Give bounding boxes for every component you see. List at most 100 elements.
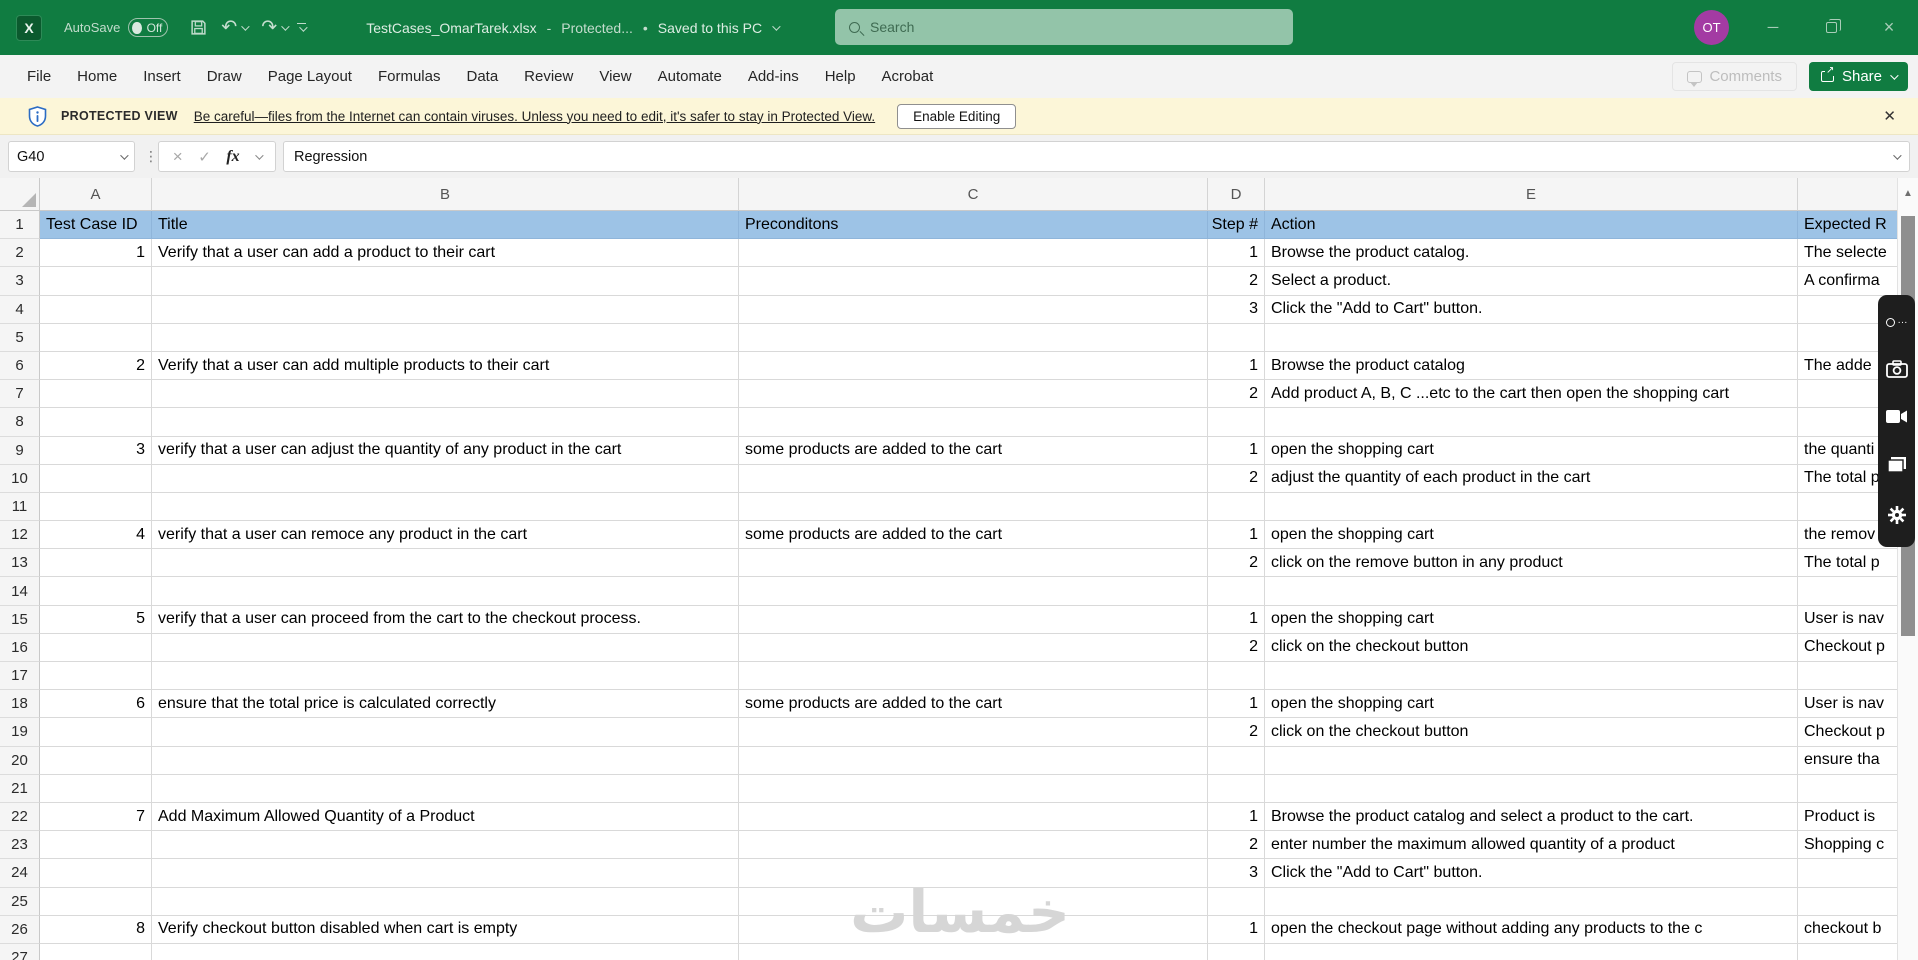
cell-A27[interactable] xyxy=(40,943,152,960)
cell-A17[interactable] xyxy=(40,662,152,691)
cell-E9[interactable]: open the shopping cart xyxy=(1265,436,1798,465)
search-input[interactable]: Search xyxy=(835,9,1293,45)
tab-view[interactable]: View xyxy=(586,55,644,98)
row-number-15[interactable]: 15 xyxy=(0,605,40,634)
cell-C25[interactable] xyxy=(739,887,1208,916)
cell-C9[interactable]: some products are added to the cart xyxy=(739,436,1208,465)
cell-D13[interactable]: 2 xyxy=(1208,549,1265,578)
cell-C1[interactable]: Preconditons xyxy=(739,211,1208,240)
cell-D4[interactable]: 3 xyxy=(1208,295,1265,324)
tab-insert[interactable]: Insert xyxy=(130,55,194,98)
cell-E11[interactable] xyxy=(1265,492,1798,522)
row-number-11[interactable]: 11 xyxy=(0,492,40,522)
tab-draw[interactable]: Draw xyxy=(194,55,255,98)
cell-D6[interactable]: 1 xyxy=(1208,351,1265,381)
autosave-toggle[interactable]: Off xyxy=(128,18,169,37)
cell-B7[interactable] xyxy=(152,380,739,409)
cell-B2[interactable]: Verify that a user can add a product to … xyxy=(152,239,739,268)
enable-editing-button[interactable]: Enable Editing xyxy=(897,103,1017,129)
scroll-up-button[interactable]: ▲ xyxy=(1898,178,1918,208)
excel-app-icon[interactable]: X xyxy=(16,14,42,41)
row-number-22[interactable]: 22 xyxy=(0,802,40,832)
cell-A10[interactable] xyxy=(40,464,152,493)
column-header-E[interactable]: E xyxy=(1265,178,1798,211)
cell-C4[interactable] xyxy=(739,295,1208,324)
cell-B27[interactable] xyxy=(152,943,739,960)
cell-C27[interactable] xyxy=(739,943,1208,960)
cell-C10[interactable] xyxy=(739,464,1208,493)
cell-E24[interactable]: Click the "Add to Cart" button. xyxy=(1265,859,1798,888)
banner-close-icon[interactable]: ✕ xyxy=(1883,107,1896,125)
name-box[interactable]: G40 xyxy=(8,141,135,172)
cell-D7[interactable]: 2 xyxy=(1208,380,1265,409)
row-number-26[interactable]: 26 xyxy=(0,915,40,944)
tab-automate[interactable]: Automate xyxy=(645,55,735,98)
cell-C19[interactable] xyxy=(739,718,1208,747)
cell-E27[interactable] xyxy=(1265,943,1798,960)
undo-button[interactable]: ↶ xyxy=(217,15,251,40)
formula-bar-splitter[interactable]: ⋮ xyxy=(144,148,158,165)
cell-C23[interactable] xyxy=(739,831,1208,860)
cell-D16[interactable]: 2 xyxy=(1208,633,1265,662)
cell-D9[interactable]: 1 xyxy=(1208,436,1265,465)
cell-A3[interactable] xyxy=(40,267,152,296)
cancel-icon[interactable]: × xyxy=(173,147,183,167)
record-video-button[interactable] xyxy=(1885,409,1908,424)
column-header-C[interactable]: C xyxy=(739,178,1208,211)
row-number-16[interactable]: 16 xyxy=(0,633,40,662)
row-number-14[interactable]: 14 xyxy=(0,577,40,606)
cell-D23[interactable]: 2 xyxy=(1208,831,1265,860)
formula-input[interactable]: Regression xyxy=(283,141,1910,172)
cell-A26[interactable]: 8 xyxy=(40,915,152,944)
cell-A11[interactable] xyxy=(40,492,152,522)
cell-A18[interactable]: 6 xyxy=(40,690,152,719)
insert-function-icon[interactable]: fx xyxy=(226,148,239,166)
cell-E2[interactable]: Browse the product catalog. xyxy=(1265,239,1798,268)
cell-A24[interactable] xyxy=(40,859,152,888)
cell-A8[interactable] xyxy=(40,408,152,437)
row-number-6[interactable]: 6 xyxy=(0,351,40,381)
cell-B12[interactable]: verify that a user can remoce any produc… xyxy=(152,521,739,550)
tab-data[interactable]: Data xyxy=(453,55,511,98)
undo-chevron-icon[interactable] xyxy=(241,21,250,31)
cell-E16[interactable]: click on the checkout button xyxy=(1265,633,1798,662)
cell-C12[interactable]: some products are added to the cart xyxy=(739,521,1208,550)
cell-D20[interactable] xyxy=(1208,746,1265,775)
cell-B8[interactable] xyxy=(152,408,739,437)
maximize-button[interactable] xyxy=(1802,0,1860,55)
cell-E10[interactable]: adjust the quantity of each product in t… xyxy=(1265,464,1798,493)
cell-E1[interactable]: Action xyxy=(1265,211,1798,240)
cell-B26[interactable]: Verify checkout button disabled when car… xyxy=(152,915,739,944)
cell-E18[interactable]: open the shopping cart xyxy=(1265,690,1798,719)
cell-B6[interactable]: Verify that a user can add multiple prod… xyxy=(152,351,739,381)
cell-A13[interactable] xyxy=(40,549,152,578)
row-number-7[interactable]: 7 xyxy=(0,380,40,409)
row-number-27[interactable]: 27 xyxy=(0,943,40,960)
row-number-2[interactable]: 2 xyxy=(0,239,40,268)
cell-A22[interactable]: 7 xyxy=(40,802,152,832)
cell-E17[interactable] xyxy=(1265,662,1798,691)
cell-E19[interactable]: click on the checkout button xyxy=(1265,718,1798,747)
cell-E26[interactable]: open the checkout page without adding an… xyxy=(1265,915,1798,944)
chevron-down-icon[interactable] xyxy=(120,150,129,160)
cell-E12[interactable]: open the shopping cart xyxy=(1265,521,1798,550)
comments-button[interactable]: Comments xyxy=(1672,62,1797,91)
cell-B19[interactable] xyxy=(152,718,739,747)
cell-B14[interactable] xyxy=(152,577,739,606)
cell-E14[interactable] xyxy=(1265,577,1798,606)
cell-A12[interactable]: 4 xyxy=(40,521,152,550)
document-title[interactable]: TestCases_OmarTarek.xlsx - Protected... … xyxy=(366,20,781,36)
cell-A14[interactable] xyxy=(40,577,152,606)
save-button[interactable] xyxy=(186,16,211,39)
column-header-B[interactable]: B xyxy=(152,178,739,211)
cell-B3[interactable] xyxy=(152,267,739,296)
share-button[interactable]: Share xyxy=(1808,62,1908,91)
capture-settings-button[interactable] xyxy=(1887,505,1907,525)
tab-help[interactable]: Help xyxy=(812,55,869,98)
cell-D26[interactable]: 1 xyxy=(1208,915,1265,944)
cell-C2[interactable] xyxy=(739,239,1208,268)
cell-C11[interactable] xyxy=(739,492,1208,522)
cell-C17[interactable] xyxy=(739,662,1208,691)
cell-E25[interactable] xyxy=(1265,887,1798,916)
row-number-25[interactable]: 25 xyxy=(0,887,40,916)
